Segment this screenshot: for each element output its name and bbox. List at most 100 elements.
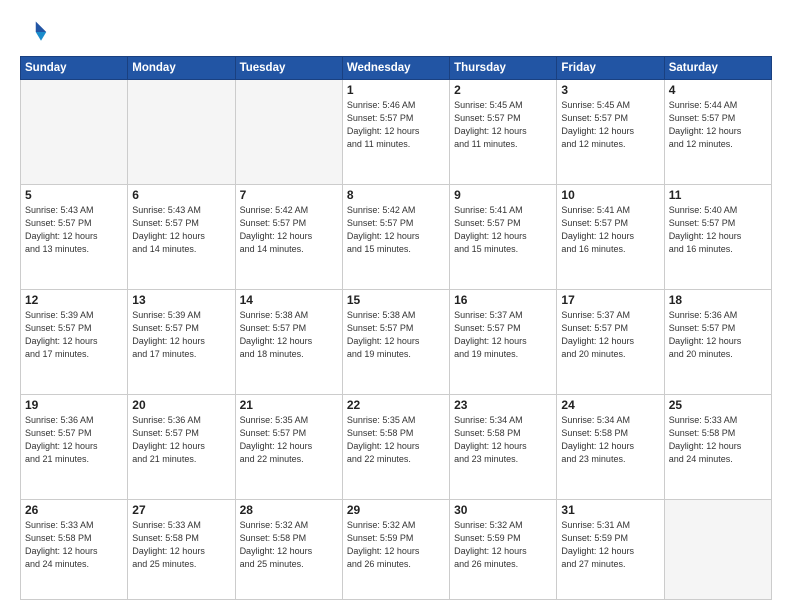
weekday-sunday: Sunday (21, 57, 128, 80)
day-info: Sunrise: 5:35 AM Sunset: 5:57 PM Dayligh… (240, 414, 338, 466)
calendar-cell: 15 Sunrise: 5:38 AM Sunset: 5:57 PM Dayli… (342, 290, 449, 395)
day-number: 7 (240, 188, 338, 202)
weekday-header-row: SundayMondayTuesdayWednesdayThursdayFrid… (21, 57, 772, 80)
calendar-cell: 19 Sunrise: 5:36 AM Sunset: 5:57 PM Dayli… (21, 395, 128, 500)
day-info: Sunrise: 5:33 AM Sunset: 5:58 PM Dayligh… (132, 519, 230, 571)
day-number: 19 (25, 398, 123, 412)
day-number: 31 (561, 503, 659, 517)
day-info: Sunrise: 5:43 AM Sunset: 5:57 PM Dayligh… (25, 204, 123, 256)
calendar-cell: 1 Sunrise: 5:46 AM Sunset: 5:57 PM Daylig… (342, 80, 449, 185)
calendar-cell: 29 Sunrise: 5:32 AM Sunset: 5:59 PM Dayli… (342, 500, 449, 600)
calendar-cell: 23Sunrise: 5:34 AM Sunset: 5:58 PM Dayli… (450, 395, 557, 500)
day-info: Sunrise: 5:33 AM Sunset: 5:58 PM Dayligh… (25, 519, 123, 571)
calendar-cell (235, 80, 342, 185)
calendar-cell: 28 Sunrise: 5:32 AM Sunset: 5:58 PM Dayli… (235, 500, 342, 600)
day-info: Sunrise: 5:33 AM Sunset: 5:58 PM Dayligh… (669, 414, 767, 466)
calendar-cell: 13 Sunrise: 5:39 AM Sunset: 5:57 PM Dayli… (128, 290, 235, 395)
day-info: Sunrise: 5:36 AM Sunset: 5:57 PM Dayligh… (132, 414, 230, 466)
week-row-5: 26Sunrise: 5:33 AM Sunset: 5:58 PM Dayli… (21, 500, 772, 600)
weekday-saturday: Saturday (664, 57, 771, 80)
day-number: 14 (240, 293, 338, 307)
day-info: Sunrise: 5:46 AM Sunset: 5:57 PM Dayligh… (347, 99, 445, 151)
day-number: 12 (25, 293, 123, 307)
day-info: Sunrise: 5:41 AM Sunset: 5:57 PM Dayligh… (454, 204, 552, 256)
day-info: Sunrise: 5:40 AM Sunset: 5:57 PM Dayligh… (669, 204, 767, 256)
header (20, 18, 772, 46)
day-info: Sunrise: 5:42 AM Sunset: 5:57 PM Dayligh… (347, 204, 445, 256)
day-number: 29 (347, 503, 445, 517)
weekday-wednesday: Wednesday (342, 57, 449, 80)
day-info: Sunrise: 5:31 AM Sunset: 5:59 PM Dayligh… (561, 519, 659, 571)
day-info: Sunrise: 5:32 AM Sunset: 5:58 PM Dayligh… (240, 519, 338, 571)
day-number: 30 (454, 503, 552, 517)
day-info: Sunrise: 5:36 AM Sunset: 5:57 PM Dayligh… (669, 309, 767, 361)
day-info: Sunrise: 5:32 AM Sunset: 5:59 PM Dayligh… (347, 519, 445, 571)
calendar-table: SundayMondayTuesdayWednesdayThursdayFrid… (20, 56, 772, 600)
day-info: Sunrise: 5:45 AM Sunset: 5:57 PM Dayligh… (454, 99, 552, 151)
day-info: Sunrise: 5:38 AM Sunset: 5:57 PM Dayligh… (347, 309, 445, 361)
calendar-cell: 26Sunrise: 5:33 AM Sunset: 5:58 PM Dayli… (21, 500, 128, 600)
day-number: 13 (132, 293, 230, 307)
weekday-tuesday: Tuesday (235, 57, 342, 80)
day-info: Sunrise: 5:39 AM Sunset: 5:57 PM Dayligh… (25, 309, 123, 361)
day-number: 28 (240, 503, 338, 517)
calendar-cell: 10Sunrise: 5:41 AM Sunset: 5:57 PM Dayli… (557, 185, 664, 290)
calendar-cell: 8 Sunrise: 5:42 AM Sunset: 5:57 PM Daylig… (342, 185, 449, 290)
day-number: 22 (347, 398, 445, 412)
day-info: Sunrise: 5:37 AM Sunset: 5:57 PM Dayligh… (561, 309, 659, 361)
page: SundayMondayTuesdayWednesdayThursdayFrid… (0, 0, 792, 612)
day-number: 11 (669, 188, 767, 202)
day-number: 24 (561, 398, 659, 412)
calendar-cell: 30Sunrise: 5:32 AM Sunset: 5:59 PM Dayli… (450, 500, 557, 600)
logo-icon (20, 18, 48, 46)
day-number: 2 (454, 83, 552, 97)
day-number: 3 (561, 83, 659, 97)
calendar-cell: 17 Sunrise: 5:37 AM Sunset: 5:57 PM Dayli… (557, 290, 664, 395)
calendar-cell: 3 Sunrise: 5:45 AM Sunset: 5:57 PM Daylig… (557, 80, 664, 185)
day-info: Sunrise: 5:39 AM Sunset: 5:57 PM Dayligh… (132, 309, 230, 361)
calendar-cell: 12 Sunrise: 5:39 AM Sunset: 5:57 PM Dayli… (21, 290, 128, 395)
calendar-cell: 5 Sunrise: 5:43 AM Sunset: 5:57 PM Daylig… (21, 185, 128, 290)
day-number: 23 (454, 398, 552, 412)
calendar-cell: 18Sunrise: 5:36 AM Sunset: 5:57 PM Dayli… (664, 290, 771, 395)
day-number: 20 (132, 398, 230, 412)
calendar-cell: 2 Sunrise: 5:45 AM Sunset: 5:57 PM Daylig… (450, 80, 557, 185)
day-number: 10 (561, 188, 659, 202)
day-info: Sunrise: 5:38 AM Sunset: 5:57 PM Dayligh… (240, 309, 338, 361)
calendar-cell (21, 80, 128, 185)
day-info: Sunrise: 5:44 AM Sunset: 5:57 PM Dayligh… (669, 99, 767, 151)
day-number: 1 (347, 83, 445, 97)
weekday-thursday: Thursday (450, 57, 557, 80)
day-info: Sunrise: 5:36 AM Sunset: 5:57 PM Dayligh… (25, 414, 123, 466)
weekday-friday: Friday (557, 57, 664, 80)
day-info: Sunrise: 5:43 AM Sunset: 5:57 PM Dayligh… (132, 204, 230, 256)
day-number: 8 (347, 188, 445, 202)
weekday-monday: Monday (128, 57, 235, 80)
calendar-cell: 27 Sunrise: 5:33 AM Sunset: 5:58 PM Dayli… (128, 500, 235, 600)
day-number: 6 (132, 188, 230, 202)
calendar-cell: 11 Sunrise: 5:40 AM Sunset: 5:57 PM Dayli… (664, 185, 771, 290)
week-row-3: 12 Sunrise: 5:39 AM Sunset: 5:57 PM Dayli… (21, 290, 772, 395)
day-info: Sunrise: 5:35 AM Sunset: 5:58 PM Dayligh… (347, 414, 445, 466)
calendar-cell: 7 Sunrise: 5:42 AM Sunset: 5:57 PM Daylig… (235, 185, 342, 290)
day-number: 27 (132, 503, 230, 517)
day-number: 16 (454, 293, 552, 307)
day-number: 21 (240, 398, 338, 412)
week-row-4: 19 Sunrise: 5:36 AM Sunset: 5:57 PM Dayli… (21, 395, 772, 500)
day-number: 5 (25, 188, 123, 202)
logo (20, 18, 52, 46)
calendar-cell: 24Sunrise: 5:34 AM Sunset: 5:58 PM Dayli… (557, 395, 664, 500)
calendar-cell: 14 Sunrise: 5:38 AM Sunset: 5:57 PM Dayli… (235, 290, 342, 395)
day-number: 9 (454, 188, 552, 202)
day-number: 4 (669, 83, 767, 97)
calendar-cell: 20 Sunrise: 5:36 AM Sunset: 5:57 PM Dayli… (128, 395, 235, 500)
calendar-cell: 16 Sunrise: 5:37 AM Sunset: 5:57 PM Dayli… (450, 290, 557, 395)
calendar-cell: 4 Sunrise: 5:44 AM Sunset: 5:57 PM Daylig… (664, 80, 771, 185)
day-info: Sunrise: 5:37 AM Sunset: 5:57 PM Dayligh… (454, 309, 552, 361)
day-info: Sunrise: 5:42 AM Sunset: 5:57 PM Dayligh… (240, 204, 338, 256)
day-info: Sunrise: 5:45 AM Sunset: 5:57 PM Dayligh… (561, 99, 659, 151)
day-number: 25 (669, 398, 767, 412)
day-number: 15 (347, 293, 445, 307)
calendar-cell (664, 500, 771, 600)
day-number: 17 (561, 293, 659, 307)
